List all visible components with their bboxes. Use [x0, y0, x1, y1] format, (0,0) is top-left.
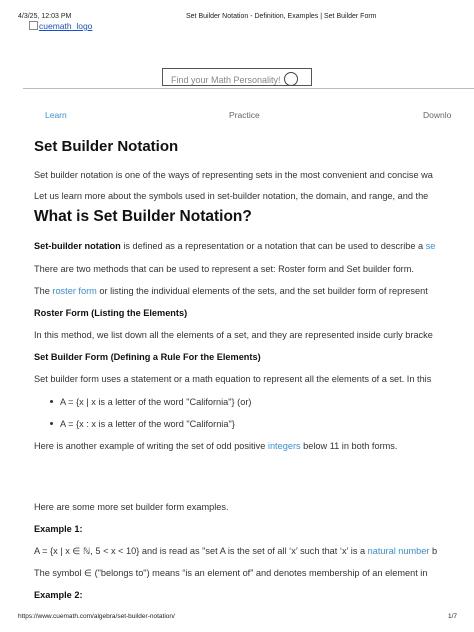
roster-prefix: The [34, 286, 53, 296]
print-url: https://www.cuemath.com/algebra/set-buil… [18, 613, 175, 620]
tab-learn[interactable]: Learn [45, 110, 67, 120]
natural-number-link[interactable]: natural number [368, 546, 430, 556]
builder-heading: Set Builder Form (Defining a Rule For th… [34, 352, 261, 362]
bullet-text: A = {x : x is a letter of the word "Cali… [60, 419, 235, 429]
definition-text: is defined as a representation or a nota… [120, 241, 426, 251]
more-examples-paragraph: Here are some more set builder form exam… [34, 502, 229, 512]
builder-description: Set builder form uses a statement or a m… [34, 374, 432, 384]
roster-description: In this method, we list down all the ele… [34, 330, 433, 340]
example-1-prefix: A = {x | x ∈ ℕ, 5 < x < 10} and is read … [34, 546, 368, 556]
roster-form-link[interactable]: roster form [52, 286, 96, 296]
example-2-heading: Example 2: [34, 590, 83, 600]
definition-term: Set-builder notation [34, 241, 121, 251]
example-1-heading: Example 1: [34, 524, 83, 534]
print-datetime: 4/3/25, 12:03 PM [18, 13, 72, 20]
bullet-text: A = {x | x is a letter of the word "Cali… [60, 397, 252, 407]
odd-suffix: below 11 in both forms. [300, 441, 398, 451]
roster-text: or listing the individual elements of th… [96, 286, 428, 296]
methods-paragraph: There are two methods that can be used t… [34, 264, 414, 274]
logo-alt-text: cuemath_logo [39, 21, 93, 31]
print-title: Set Builder Notation - Definition, Examp… [186, 13, 377, 20]
list-item: A = {x : x is a letter of the word "Cali… [50, 419, 235, 429]
print-page-number: 1/7 [448, 613, 458, 620]
example-1-suffix: b [429, 546, 438, 556]
bullet-icon [50, 422, 53, 425]
find-math-personality-box[interactable]: Find your Math Personality! [162, 68, 312, 86]
example-1-line: A = {x | x ∈ ℕ, 5 < x < 10} and is read … [34, 546, 437, 557]
broken-image-icon [29, 21, 38, 30]
set-link[interactable]: se [426, 241, 436, 251]
odd-prefix: Here is another example of writing the s… [34, 441, 268, 451]
intro-paragraph-2: Let us learn more about the symbols used… [34, 191, 429, 201]
integers-link[interactable]: integers [268, 441, 301, 451]
cuemath-logo[interactable]: cuemath_logo [29, 21, 92, 31]
odd-integers-paragraph: Here is another example of writing the s… [34, 441, 397, 451]
circle-icon [283, 72, 298, 86]
bullet-icon [50, 400, 53, 403]
find-math-personality-label: Find your Math Personality! [171, 75, 281, 85]
page-title: Set Builder Notation [34, 138, 179, 155]
roster-paragraph: The roster form or listing the individua… [34, 286, 428, 296]
roster-heading: Roster Form (Listing the Elements) [34, 308, 188, 318]
list-item: A = {x | x is a letter of the word "Cali… [50, 397, 251, 407]
header-divider [23, 88, 474, 89]
tab-download[interactable]: Downlo [423, 110, 451, 120]
definition-paragraph: Set-builder notation is defined as a rep… [34, 241, 435, 251]
section-heading: What is Set Builder Notation? [34, 208, 252, 225]
symbol-explanation: The symbol ∈ ("belongs to") means “is an… [34, 568, 428, 578]
intro-paragraph-1: Set builder notation is one of the ways … [34, 170, 433, 180]
tab-practice[interactable]: Practice [229, 110, 260, 120]
